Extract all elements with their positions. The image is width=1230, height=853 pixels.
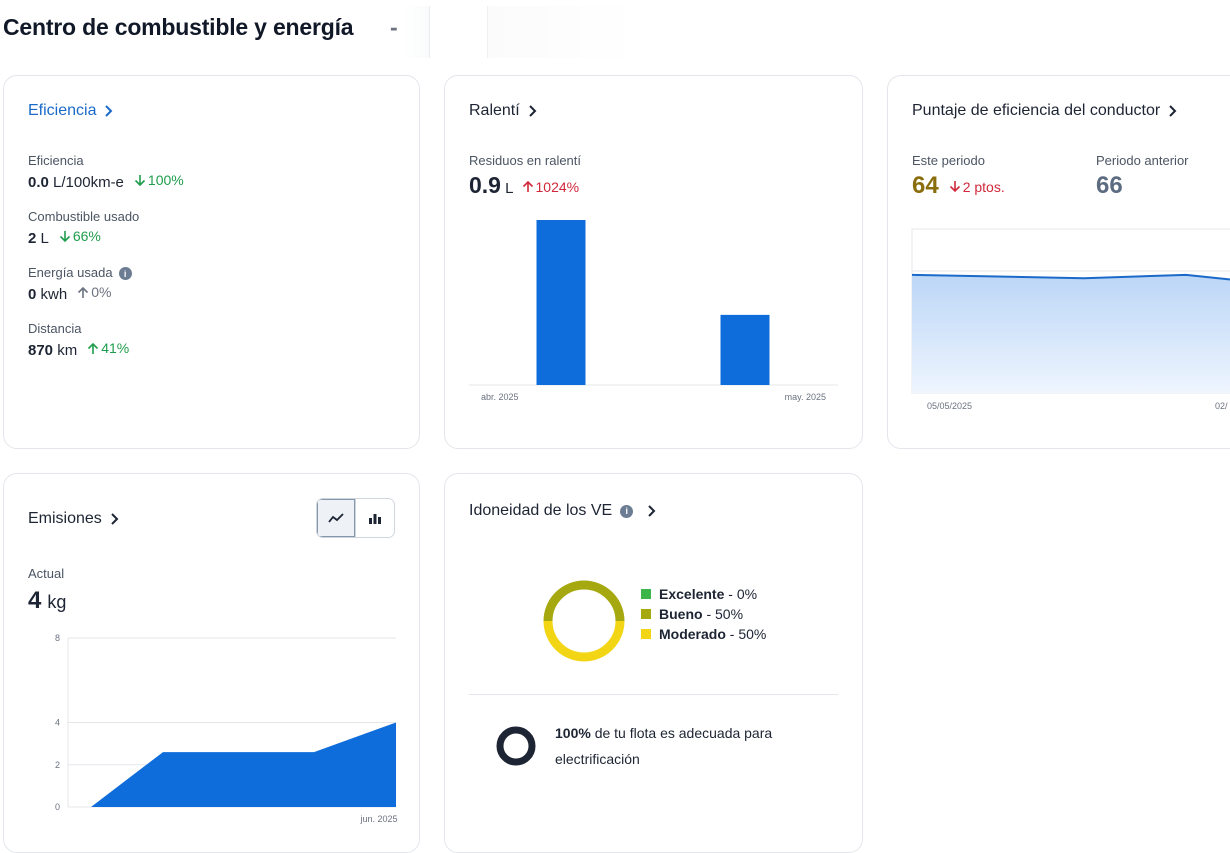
metric-efficiency: Eficiencia 0.0 L/100km-e 100% bbox=[28, 153, 184, 191]
divider bbox=[469, 694, 838, 695]
legend-item: Bueno - 50% bbox=[641, 606, 766, 622]
y-tick-label: 0 bbox=[55, 802, 60, 812]
x-tick-label: jun. 2025 bbox=[359, 814, 397, 824]
x-tick-label: abr. 2025 bbox=[481, 392, 519, 402]
fleet-summary: 100% de tu flota es adecuada para electr… bbox=[555, 720, 815, 772]
emissions-area-chart: jun. 2025 0 2 4 8 bbox=[55, 633, 398, 824]
metric-fuel-used: Combustible usado 2 L 66% bbox=[28, 209, 139, 247]
info-icon[interactable]: i bbox=[118, 267, 132, 281]
title-separator: - bbox=[390, 14, 398, 40]
efficiency-header-label: Eficiencia bbox=[28, 102, 97, 119]
arrow-up-icon bbox=[78, 286, 89, 298]
metric-delta: 0% bbox=[91, 284, 112, 301]
metric-unit: L bbox=[40, 229, 49, 247]
metric-value: 2 bbox=[28, 229, 37, 247]
idle-card: Ralentí Residuos en ralentí 0.9 L 1024% … bbox=[444, 75, 863, 449]
legend-swatch bbox=[641, 589, 651, 599]
legend-swatch bbox=[641, 629, 651, 639]
y-tick-label: 4 bbox=[55, 718, 60, 728]
page-title: Centro de combustible y energía bbox=[3, 14, 354, 40]
metric-value: 0.0 bbox=[28, 173, 49, 191]
donut-slice[interactable] bbox=[543, 620, 625, 662]
ev-legend: Excelente - 0% Bueno - 50% Moderado - 50… bbox=[641, 586, 766, 646]
idle-bar-chart: abr. 2025 may. 2025 bbox=[469, 220, 838, 402]
metric-distance: Distancia 870 km 41% bbox=[28, 321, 129, 359]
legend-value: 50% bbox=[738, 626, 767, 642]
x-tick-label: 02/ bbox=[1215, 401, 1228, 411]
legend-item: Excelente - 0% bbox=[641, 586, 766, 602]
metric-delta: 66% bbox=[72, 228, 101, 244]
x-tick-label: 05/05/2025 bbox=[927, 401, 972, 411]
metric-label: Eficiencia bbox=[28, 153, 84, 168]
emissions-card: Emisiones Actual 4 kg jun. 2025 0248 bbox=[3, 473, 420, 853]
chevron-right-icon bbox=[105, 105, 113, 117]
efficiency-card: Eficiencia Eficiencia 0.0 L/100km-e 100%… bbox=[3, 75, 420, 449]
x-tick-label: may. 2025 bbox=[785, 392, 826, 402]
metric-unit: kwh bbox=[40, 285, 68, 303]
metric-energy-used: Energía usada i 0 kwh 0% bbox=[28, 265, 132, 303]
arrow-up-icon bbox=[88, 342, 99, 354]
legend-value: 50% bbox=[715, 606, 744, 622]
metric-label: Combustible usado bbox=[28, 209, 140, 224]
metric-value: 870 bbox=[28, 341, 54, 359]
score-area bbox=[912, 274, 1230, 393]
efficiency-header-link[interactable]: Eficiencia bbox=[28, 102, 114, 120]
arrow-down-icon bbox=[134, 174, 145, 186]
ev-header-link[interactable]: Idoneidad de los VE i bbox=[469, 502, 657, 520]
fleet-summary-percent: 100% bbox=[555, 725, 591, 741]
arrow-down-icon bbox=[59, 230, 70, 242]
period-selector-placeholder-2[interactable] bbox=[487, 6, 640, 58]
ev-suitability-donut bbox=[543, 580, 625, 662]
legend-swatch bbox=[641, 609, 651, 619]
legend-name: Moderado bbox=[659, 626, 726, 642]
ev-suitability-card: Idoneidad de los VE i Excelente - 0% Bue… bbox=[444, 473, 863, 853]
metric-delta: 100% bbox=[147, 172, 184, 188]
idle-bar[interactable] bbox=[536, 220, 586, 385]
idle-bar[interactable] bbox=[720, 314, 770, 385]
chevron-right-icon bbox=[648, 505, 656, 517]
metric-value: 0 bbox=[28, 285, 37, 303]
info-icon[interactable]: i bbox=[620, 504, 634, 518]
y-tick-label: 2 bbox=[55, 760, 60, 770]
metric-label: Energía usada bbox=[28, 265, 113, 280]
period-selector-placeholder[interactable] bbox=[403, 6, 430, 58]
metric-label: Distancia bbox=[28, 321, 82, 336]
metric-unit: L/100km-e bbox=[53, 173, 124, 191]
y-tick-label: 8 bbox=[55, 633, 60, 643]
driver-score-area-chart: 05/05/2025 02/ bbox=[911, 228, 1230, 411]
legend-name: Excelente bbox=[659, 586, 725, 602]
legend-value: 0% bbox=[736, 586, 758, 602]
driver-score-card: Puntaje de eficiencia del conductor Este… bbox=[887, 75, 1230, 449]
donut-slice[interactable] bbox=[543, 580, 625, 622]
metric-unit: km bbox=[57, 341, 78, 359]
metric-delta: 41% bbox=[101, 340, 130, 356]
fleet-ring-icon bbox=[496, 726, 536, 766]
legend-name: Bueno bbox=[659, 606, 703, 622]
ev-header-label: Idoneidad de los VE bbox=[469, 502, 613, 519]
legend-item: Moderado - 50% bbox=[641, 626, 766, 642]
